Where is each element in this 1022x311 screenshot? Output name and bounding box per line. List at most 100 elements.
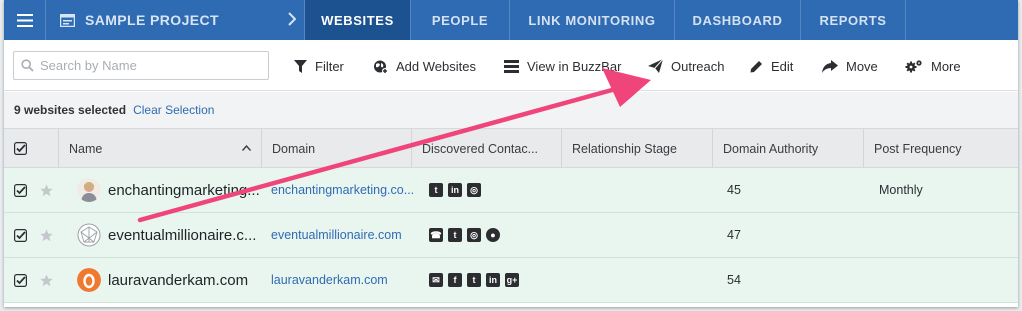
phone-icon[interactable]: ☎: [429, 228, 443, 242]
site-name-text: eventualmillionaire.c...: [108, 226, 257, 244]
toolbar: Filter Add Websites View in BuzzBar Outr…: [4, 40, 1018, 91]
email-icon[interactable]: ✉: [429, 273, 443, 287]
column-header-relationship[interactable]: Relationship Stage: [562, 129, 713, 168]
site-avatar: [77, 258, 101, 302]
linkedin-icon[interactable]: in: [448, 183, 462, 197]
authority-value: 47: [727, 228, 741, 242]
add-websites-button[interactable]: Add Websites: [373, 56, 476, 76]
row-checkbox[interactable]: [14, 168, 27, 212]
star-toggle[interactable]: [40, 168, 53, 212]
column-header-contacts[interactable]: Discovered Contac...: [412, 129, 562, 168]
view-buzzbar-button[interactable]: View in BuzzBar: [504, 56, 621, 76]
table-row[interactable]: enchantingmarketing... enchantingmarketi…: [4, 168, 1018, 213]
outreach-button[interactable]: Outreach: [648, 56, 724, 76]
column-label: Post Frequency: [874, 141, 962, 156]
twitter-icon[interactable]: t: [448, 228, 462, 242]
domain-link[interactable]: eventualmillionaire.com: [271, 213, 411, 257]
tab-link-monitoring[interactable]: LINK MONITORING: [510, 0, 675, 40]
tab-label: REPORTS: [819, 12, 887, 28]
column-label: Discovered Contac...: [422, 141, 539, 156]
star-icon[interactable]: [40, 184, 53, 197]
column-header-authority[interactable]: Domain Authority: [713, 129, 864, 168]
tab-dashboard[interactable]: DASHBOARD: [675, 0, 801, 40]
filter-icon: [294, 59, 307, 73]
site-avatar: [77, 168, 101, 212]
site-avatar: [77, 213, 101, 257]
tab-label: LINK MONITORING: [528, 12, 656, 28]
app-frame: SAMPLE PROJECT WEBSITES PEOPLE LINK MONI…: [4, 0, 1018, 307]
orange-o-logo-icon: [77, 268, 101, 292]
authority-value: 54: [727, 273, 741, 287]
filter-label: Filter: [315, 58, 344, 74]
column-header-frequency[interactable]: Post Frequency: [864, 129, 1018, 168]
domain-text: lauravanderkam.com: [271, 273, 388, 287]
authority-cell: 54: [727, 258, 741, 302]
checkbox-checked-icon[interactable]: [14, 273, 27, 287]
twitter-icon[interactable]: t: [429, 183, 443, 197]
menu-button[interactable]: [4, 0, 46, 40]
domain-link[interactable]: enchantingmarketing.co...: [271, 168, 415, 212]
column-header-domain[interactable]: Domain: [262, 129, 412, 168]
move-label: Move: [846, 58, 878, 74]
tab-people[interactable]: PEOPLE: [411, 0, 510, 40]
column-label: Relationship Stage: [572, 141, 677, 156]
tab-websites[interactable]: WEBSITES: [305, 0, 411, 40]
site-name[interactable]: enchantingmarketing...: [108, 168, 260, 212]
checkbox-checked-icon[interactable]: [14, 142, 27, 155]
domain-text: eventualmillionaire.com: [271, 228, 402, 242]
row-checkbox[interactable]: [14, 213, 27, 257]
filter-button[interactable]: Filter: [294, 56, 344, 76]
star-toggle[interactable]: [40, 213, 53, 257]
edit-label: Edit: [771, 58, 794, 74]
column-label: Domain Authority: [723, 141, 819, 156]
edit-button[interactable]: Edit: [750, 56, 793, 76]
pencil-icon: [750, 60, 762, 72]
column-header-name[interactable]: Name: [59, 129, 262, 168]
facebook-icon[interactable]: f: [448, 273, 462, 287]
contacts-cell: ✉ f t in g+: [429, 258, 519, 302]
instagram-icon[interactable]: ◎: [467, 183, 481, 197]
tab-label: DASHBOARD: [692, 12, 783, 28]
search-box[interactable]: [13, 51, 269, 80]
paper-plane-icon: [648, 59, 663, 73]
star-icon[interactable]: [40, 229, 53, 242]
sort-up-icon[interactable]: [242, 145, 251, 151]
checkbox-checked-icon[interactable]: [14, 228, 27, 242]
share-arrow-icon: [822, 59, 838, 73]
site-name[interactable]: eventualmillionaire.c...: [108, 213, 260, 257]
more-button[interactable]: More: [905, 56, 961, 76]
table-row[interactable]: eventualmillionaire.c... eventualmillion…: [4, 213, 1018, 258]
authority-cell: 45: [727, 168, 741, 212]
google-plus-icon[interactable]: g+: [505, 273, 519, 287]
linkedin-icon[interactable]: in: [486, 273, 500, 287]
instagram-icon[interactable]: ◎: [467, 228, 481, 242]
select-all-cell[interactable]: [4, 129, 59, 168]
clear-selection-link[interactable]: Clear Selection: [133, 103, 214, 117]
star-toggle[interactable]: [40, 258, 53, 302]
project-name: SAMPLE PROJECT: [85, 12, 219, 28]
checkbox-checked-icon[interactable]: [14, 183, 27, 197]
site-name[interactable]: lauravanderkam.com: [108, 258, 260, 302]
authority-cell: 47: [727, 213, 741, 257]
table-header: Name Domain Discovered Contac... Relatio…: [4, 128, 1018, 168]
globe-icon[interactable]: ●: [486, 228, 500, 242]
row-checkbox[interactable]: [14, 258, 27, 302]
move-button[interactable]: Move: [822, 56, 878, 76]
table-row[interactable]: lauravanderkam.com lauravanderkam.com ✉ …: [4, 258, 1018, 303]
domain-link[interactable]: lauravanderkam.com: [271, 258, 411, 302]
selection-count: 9 websites selected: [14, 103, 127, 117]
tab-reports[interactable]: REPORTS: [801, 0, 906, 40]
search-input[interactable]: [40, 58, 250, 73]
project-selector[interactable]: SAMPLE PROJECT: [46, 0, 305, 40]
contacts-cell: ☎ t ◎ ●: [429, 213, 500, 257]
top-nav: SAMPLE PROJECT WEBSITES PEOPLE LINK MONI…: [4, 0, 1018, 40]
column-label: Name: [69, 141, 103, 156]
domain-text: enchantingmarketing.co...: [271, 183, 415, 197]
person-photo-icon: [77, 178, 101, 202]
buzzbar-icon: [504, 59, 519, 73]
gears-icon: [905, 60, 922, 73]
star-icon[interactable]: [40, 274, 53, 287]
twitter-icon[interactable]: t: [467, 273, 481, 287]
authority-value: 45: [727, 183, 741, 197]
add-websites-label: Add Websites: [396, 58, 476, 74]
